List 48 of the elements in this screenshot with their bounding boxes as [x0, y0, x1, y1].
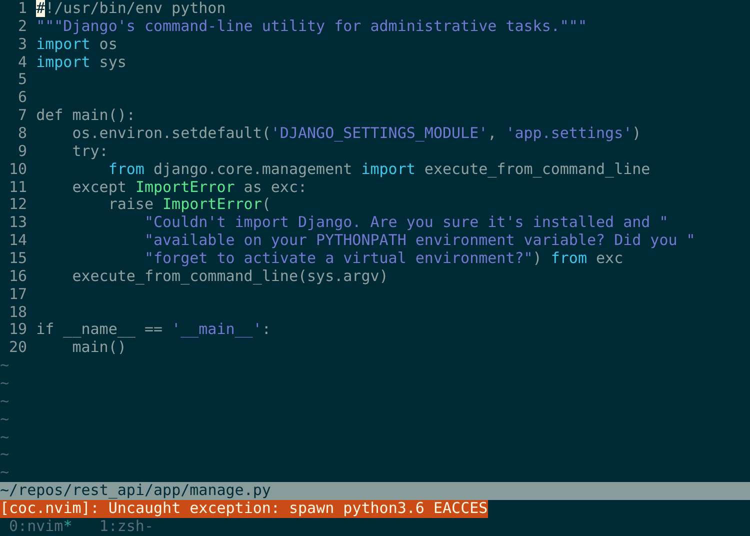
- code-line: def main():: [36, 107, 136, 126]
- code-line: try:: [71, 142, 108, 161]
- code-line: if __name__ == '__main__':: [36, 321, 271, 340]
- line-number: 7: [17, 107, 28, 126]
- code-line: except ImportError as exc:: [71, 178, 308, 196]
- code-line: "forget to activate a virtual environment?") from exc: [143, 250, 624, 268]
- line-number: 19: [8, 321, 28, 340]
- line-number: 3: [17, 36, 28, 54]
- line-number: 10: [8, 160, 28, 179]
- window-state-text: *: [63, 516, 72, 535]
- line-number: 18: [8, 304, 28, 322]
- code-line: import sys: [36, 54, 126, 72]
- line-number: 6: [17, 89, 28, 108]
- code-line: #!/usr/bin/env python: [36, 0, 226, 18]
- empty-line-marker: ~: [0, 375, 10, 393]
- window-state-text: -: [144, 516, 154, 535]
- line-number: 4: [17, 54, 28, 72]
- line-number: 14: [8, 232, 28, 250]
- line-number: 12: [8, 196, 28, 214]
- line-number: 8: [17, 125, 28, 143]
- code-line: from django.core.management import execute_from_command_line: [107, 160, 650, 179]
- empty-line-marker: ~: [0, 446, 10, 464]
- code-line: raise ImportError(: [108, 196, 271, 214]
- line-number: 9: [17, 142, 28, 161]
- code-line: "available on your PYTHONPATH environment variable? Did you ": [143, 232, 696, 250]
- empty-line-marker: ~: [0, 464, 10, 482]
- code-line: main(): [71, 339, 126, 358]
- empty-line-marker: ~: [0, 428, 10, 446]
- code-line: """Django's command-line utility for administrative tasks.""": [36, 18, 587, 36]
- line-number: 1: [17, 0, 28, 18]
- error-message: [coc.nvim]: Uncaught exception: spawn python3.6 EACCES: [0, 500, 488, 518]
- line-number: 5: [17, 71, 28, 90]
- line-number: 16: [8, 268, 28, 286]
- empty-line-marker: ~: [0, 392, 10, 411]
- line-number: 17: [8, 286, 28, 304]
- line-number: 20: [8, 339, 28, 358]
- line-number: 2: [17, 18, 28, 36]
- empty-line-marker: ~: [0, 410, 10, 429]
- code-line: execute_from_command_line(sys.argv): [71, 268, 388, 286]
- window-label[interactable]: 0:nvim: [9, 516, 64, 535]
- line-number: 15: [8, 250, 28, 268]
- line-number: 13: [8, 214, 28, 232]
- empty-line-marker: ~: [0, 357, 10, 376]
- code-line: os.environ.setdefault('DJANGO_SETTINGS_MODULE', 'app.settings'): [71, 125, 642, 143]
- code-line: import os: [36, 36, 118, 54]
- window-label[interactable]: 1:zsh: [99, 516, 144, 535]
- line-number: 11: [8, 178, 28, 196]
- code-line: "Couldn't import Django. Are you sure it's installed and ": [143, 214, 668, 232]
